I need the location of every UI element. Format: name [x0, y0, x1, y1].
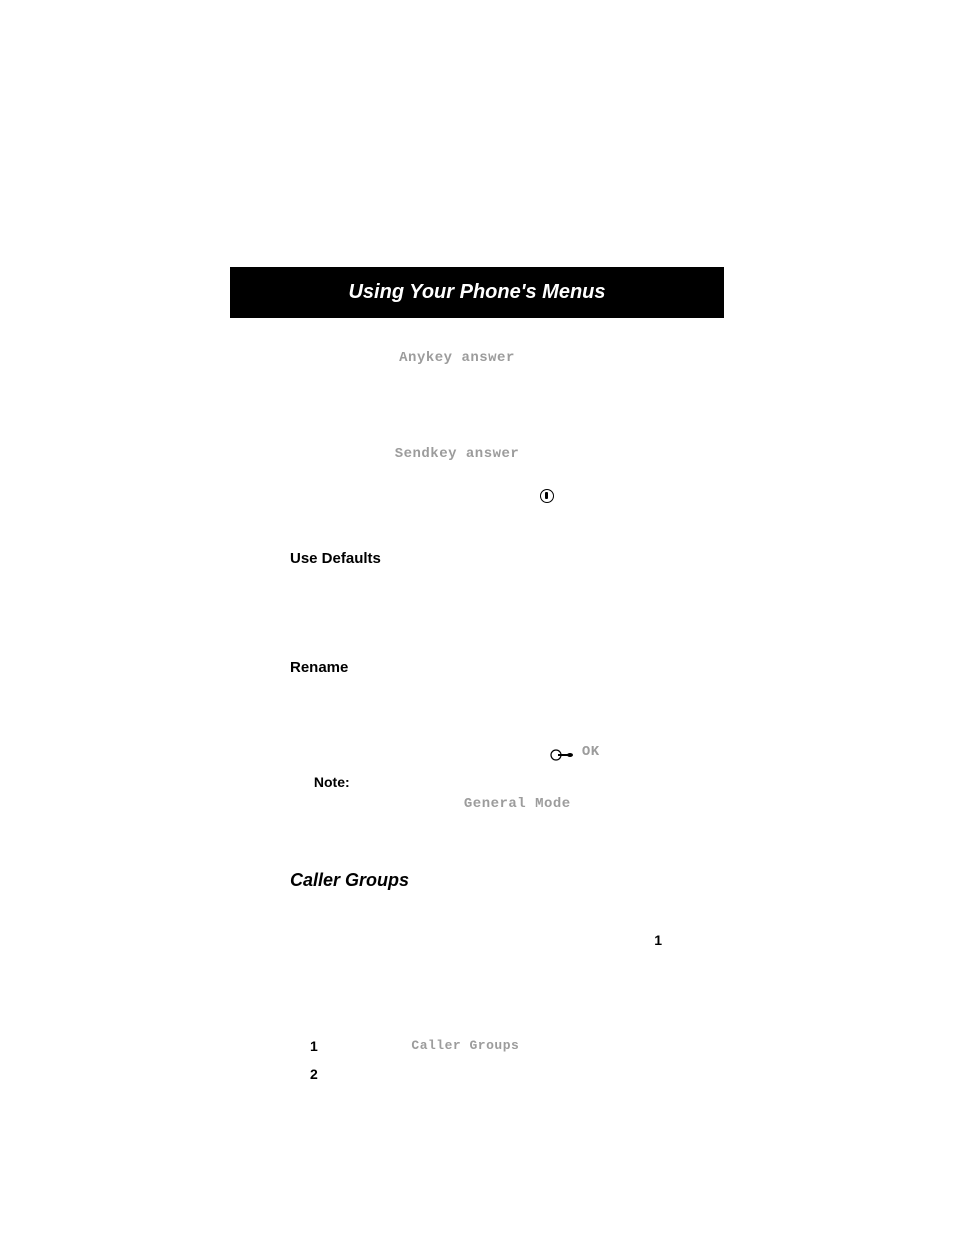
caller-groups-title: Caller Groups — [290, 867, 664, 893]
option-sendkey-term: Sendkey answer — [250, 444, 664, 464]
ok-softkey-icon — [550, 746, 574, 756]
option-anykey: Anykey answer This option allows you to … — [290, 348, 664, 410]
rename-heading: Rename — [290, 657, 664, 679]
step-mono: Caller Groups — [411, 1038, 519, 1053]
rename-ok-text: OK — [582, 744, 600, 760]
steps-list: 1 Select Caller Groups . 2 Scroll to the… — [310, 1036, 664, 1085]
step-number: 2 — [310, 1064, 338, 1084]
step-pre: Scroll to the desired group and select i… — [338, 1065, 566, 1080]
step-pre: Select — [338, 1037, 374, 1052]
option-anykey-desc: This option allows you to answer the cal… — [290, 371, 641, 407]
header-title: Using Your Phone's Menus — [348, 281, 605, 303]
list-item: 2 Scroll to the desired group and select… — [310, 1064, 664, 1084]
page-header-bar: Using Your Phone's Menus — [230, 267, 724, 318]
send-key-icon — [540, 489, 554, 503]
page-number: 1 — [654, 932, 662, 948]
note-pre: To rename a profile, the — [353, 774, 500, 790]
option-sendkey-desc-pre: This option allows you to answer the cal… — [290, 467, 614, 482]
option-anykey-term: Anykey answer — [250, 348, 664, 368]
rename-body-post: . — [604, 742, 608, 758]
use-defaults-body: This option allows you to restore all of… — [290, 576, 664, 615]
caller-groups-intro: Caller groups are used to group phone bo… — [290, 905, 664, 1022]
rename-body-pre: This option allows you to change the nam… — [290, 687, 655, 722]
step-number: 1 — [310, 1036, 338, 1056]
page-content: Anykey answer This option allows you to … — [230, 348, 724, 1085]
option-sendkey-desc-post: key. — [290, 508, 313, 523]
use-defaults-heading: Use Defaults — [290, 548, 664, 570]
option-sendkey: Sendkey answer This option allows you to… — [290, 444, 664, 526]
step-post: . — [523, 1037, 527, 1052]
note-mono: General Mode — [464, 796, 571, 812]
note-label: Note: — [314, 774, 350, 790]
list-item: 1 Select Caller Groups . — [310, 1036, 664, 1056]
